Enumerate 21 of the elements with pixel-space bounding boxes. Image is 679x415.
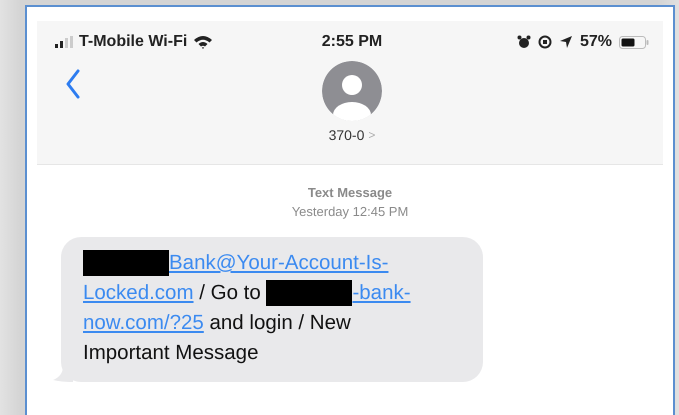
message-link[interactable]: now.com/?25	[83, 308, 204, 338]
back-chevron-icon	[65, 69, 81, 99]
rotation-lock-icon	[538, 35, 552, 49]
alarm-clock-icon	[516, 35, 531, 49]
message-link[interactable]: Bank@Your-Account-Is-	[169, 248, 388, 278]
contact-name-button[interactable]: 370-0 >	[328, 127, 376, 143]
message-text: Important Message	[83, 340, 258, 366]
message-link[interactable]: Locked.com	[83, 278, 194, 308]
clock-time: 2:55 PM	[322, 33, 382, 51]
signal-icon	[55, 36, 73, 48]
carrier-name: T-Mobile Wi-Fi	[79, 33, 188, 51]
message-text: / Go to	[198, 280, 262, 306]
message-link[interactable]: -bank-	[352, 278, 411, 308]
message-timestamp: Yesterday 12:45 PM	[292, 203, 408, 221]
message-type-label: Text Message	[308, 184, 392, 202]
message-text: and login / New	[208, 310, 351, 336]
wifi-icon	[193, 35, 214, 49]
battery-icon	[619, 36, 649, 48]
location-arrow-icon	[558, 35, 573, 49]
avatar-icon[interactable]	[322, 61, 382, 121]
battery-percentage: 57%	[580, 33, 612, 51]
